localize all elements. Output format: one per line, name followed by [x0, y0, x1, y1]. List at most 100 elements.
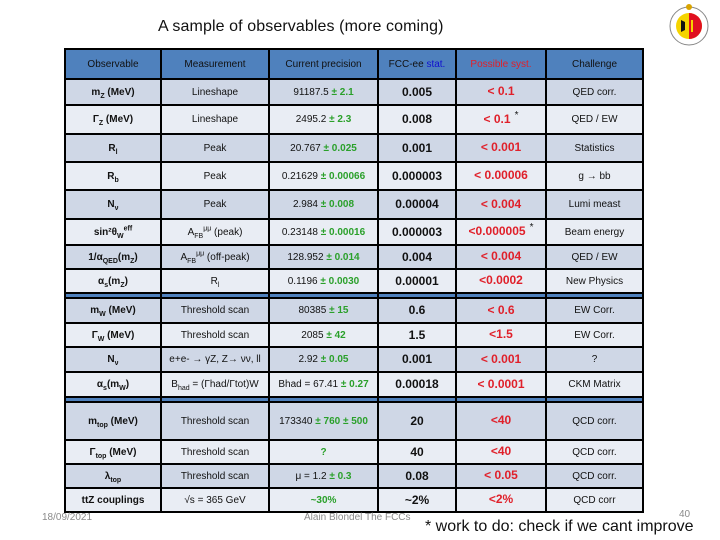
observable-subscript: ν — [114, 360, 119, 367]
current-value: 2085 — [301, 329, 327, 341]
footer-date: 18/09/2021 — [42, 512, 93, 523]
fcc-stat-cell: 0.001 — [377, 346, 457, 373]
header-challenge: Challenge — [545, 48, 644, 80]
observable-symbol: R — [108, 142, 116, 154]
observable-unit: (MeV) — [105, 305, 136, 316]
table-row: ΓZ (MeV) Lineshape 2495.2 ± 2.3 0.008 < 0.1 *… — [64, 104, 644, 135]
current-precision-cell: μ = 1.2 ± 0.3 — [268, 463, 379, 489]
measurement-cell: Peak — [160, 133, 270, 163]
challenge-cell: g → bb — [545, 161, 644, 191]
fcc-stat-cell: 0.6 — [377, 297, 457, 324]
current-precision-cell: ~30% — [268, 487, 379, 513]
challenge-cell: EW Corr. — [545, 322, 644, 348]
header-measurement: Measurement — [160, 48, 270, 80]
current-uncertainty: ± 0.00066 — [320, 170, 366, 182]
challenge-cell: QCD corr. — [545, 401, 644, 441]
fcc-stat-cell: 0.000003 — [377, 218, 457, 246]
observable-cell: sin²θWeff — [64, 218, 162, 246]
fcc-stat-cell: 0.00018 — [377, 371, 457, 398]
table-row: ΓW (MeV) Threshold scan 2085 ± 42 1.5 <1.5 EW… — [64, 322, 644, 348]
possible-syst-cell: < 0.001 — [455, 346, 547, 373]
current-value: 91187.5 — [293, 86, 332, 98]
syst-value: < 0.6 — [487, 302, 515, 317]
observable-symbol: ttZ couplings — [81, 494, 145, 506]
measurement-subscript: l — [217, 281, 220, 289]
observable-unit: (MeV) — [103, 114, 134, 125]
challenge-cell: New Physics — [545, 268, 644, 294]
current-uncertainty: ± 42 — [326, 329, 346, 341]
possible-syst-cell: < 0.004 — [455, 189, 547, 220]
observable-subscript: QED — [102, 257, 118, 265]
observable-symbol: N — [107, 199, 115, 210]
fcc-stat-cell: 20 — [377, 401, 457, 441]
syst-value: < 0.004 — [480, 249, 522, 263]
fcc-stat-cell: 0.000003 — [377, 161, 457, 191]
observable-subscript: W — [117, 232, 124, 240]
observable-cell: Nν — [64, 189, 162, 220]
observable-superscript: eff — [123, 225, 133, 233]
observable-cell: Rb — [64, 161, 162, 191]
possible-syst-cell: < 0.6 — [455, 297, 547, 324]
current-uncertainty: ± 15 — [329, 305, 349, 316]
observable-symbol: m — [91, 86, 101, 98]
measurement-text: Peak — [203, 170, 227, 182]
measurement-text: Peak — [203, 142, 227, 154]
measurement-cell: Lineshape — [160, 78, 270, 106]
fcc-stat-cell: 0.005 — [377, 78, 457, 106]
measurement-cell: Peak — [160, 189, 270, 220]
table-row: mW (MeV) Threshold scan 80385 ± 15 0.6 < 0.6… — [64, 297, 644, 324]
current-uncertainty: ± 0.008 — [320, 199, 355, 210]
measurement-text: Peak — [203, 199, 227, 210]
observable-symbol: N — [107, 354, 115, 365]
asterisk-marker: * — [514, 109, 519, 121]
observable-cell: ttZ couplings — [64, 487, 162, 513]
current-precision-cell: 2.92 ± 0.05 — [268, 346, 379, 373]
current-uncertainty: ± 0.05 — [320, 354, 349, 365]
observable-subscript: top — [110, 476, 122, 484]
syst-value: <0.0002 — [479, 273, 523, 287]
observable-cell: Γtop (MeV) — [64, 439, 162, 465]
syst-value: < 0.05 — [484, 468, 518, 482]
challenge-cell: Lumi meast — [545, 189, 644, 220]
current-uncertainty: ± 0.00016 — [320, 226, 366, 238]
observable-cell: ΓZ (MeV) — [64, 104, 162, 135]
possible-syst-cell: <0.000005 * — [455, 218, 547, 246]
current-value: 0.23148 — [281, 226, 321, 238]
fcc-stat-cell: 0.08 — [377, 463, 457, 489]
current-value: μ = 1.2 — [295, 470, 330, 482]
syst-value: <40 — [490, 413, 512, 427]
current-precision-cell: 20.767 ± 0.025 — [268, 133, 379, 163]
footnote: * work to do: check if we cant improve — [425, 518, 694, 535]
challenge-cell: QED corr. — [545, 78, 644, 106]
current-uncertainty: ? — [320, 446, 327, 458]
observable-unit: (m — [108, 275, 121, 287]
table-row: αs(mZ) Rl 0.1196 ± 0.0030 0.00001 <0.0002 New… — [64, 268, 644, 294]
challenge-cell: CKM Matrix — [545, 371, 644, 398]
syst-value: <2% — [488, 492, 514, 506]
possible-syst-cell: < 0.05 — [455, 463, 547, 489]
possible-syst-cell: < 0.001 — [455, 133, 547, 163]
measurement-cell: Lineshape — [160, 104, 270, 135]
possible-syst-cell: < 0.004 — [455, 244, 547, 270]
measurement-cell: Threshold scan — [160, 439, 270, 465]
current-precision-cell: 2.984 ± 0.008 — [268, 189, 379, 220]
current-uncertainty: ± 2.3 — [329, 114, 352, 125]
asterisk-marker: * — [529, 222, 534, 233]
current-uncertainty: ± 0.27 — [340, 379, 369, 390]
table-row: Γtop (MeV) Threshold scan? 40 <40 QCD corr. — [64, 439, 644, 465]
observable-unit: (MeV) — [106, 446, 137, 458]
challenge-cell: QED / EW — [545, 104, 644, 135]
header-possible-syst: Possible syst. — [455, 48, 547, 80]
observable-suffix: ) — [134, 251, 138, 263]
observable-cell: mtop (MeV) — [64, 401, 162, 441]
measurement-cell: Bhad = (Γhad/Γtot)W — [160, 371, 270, 398]
observable-symbol: m — [88, 415, 97, 427]
current-value: 80385 — [298, 305, 330, 316]
fcc-stat-cell: 0.004 — [377, 244, 457, 270]
table-row: Nν Peak 2.984 ± 0.008 0.00004 < 0.004 Lumi me… — [64, 189, 644, 220]
header-fcc-stat-label: stat. — [426, 58, 446, 70]
measurement-cell: Threshold scan — [160, 297, 270, 324]
current-precision-cell: ? — [268, 439, 379, 465]
current-value: 2.92 — [298, 354, 321, 365]
current-value: 2.984 — [292, 199, 321, 210]
